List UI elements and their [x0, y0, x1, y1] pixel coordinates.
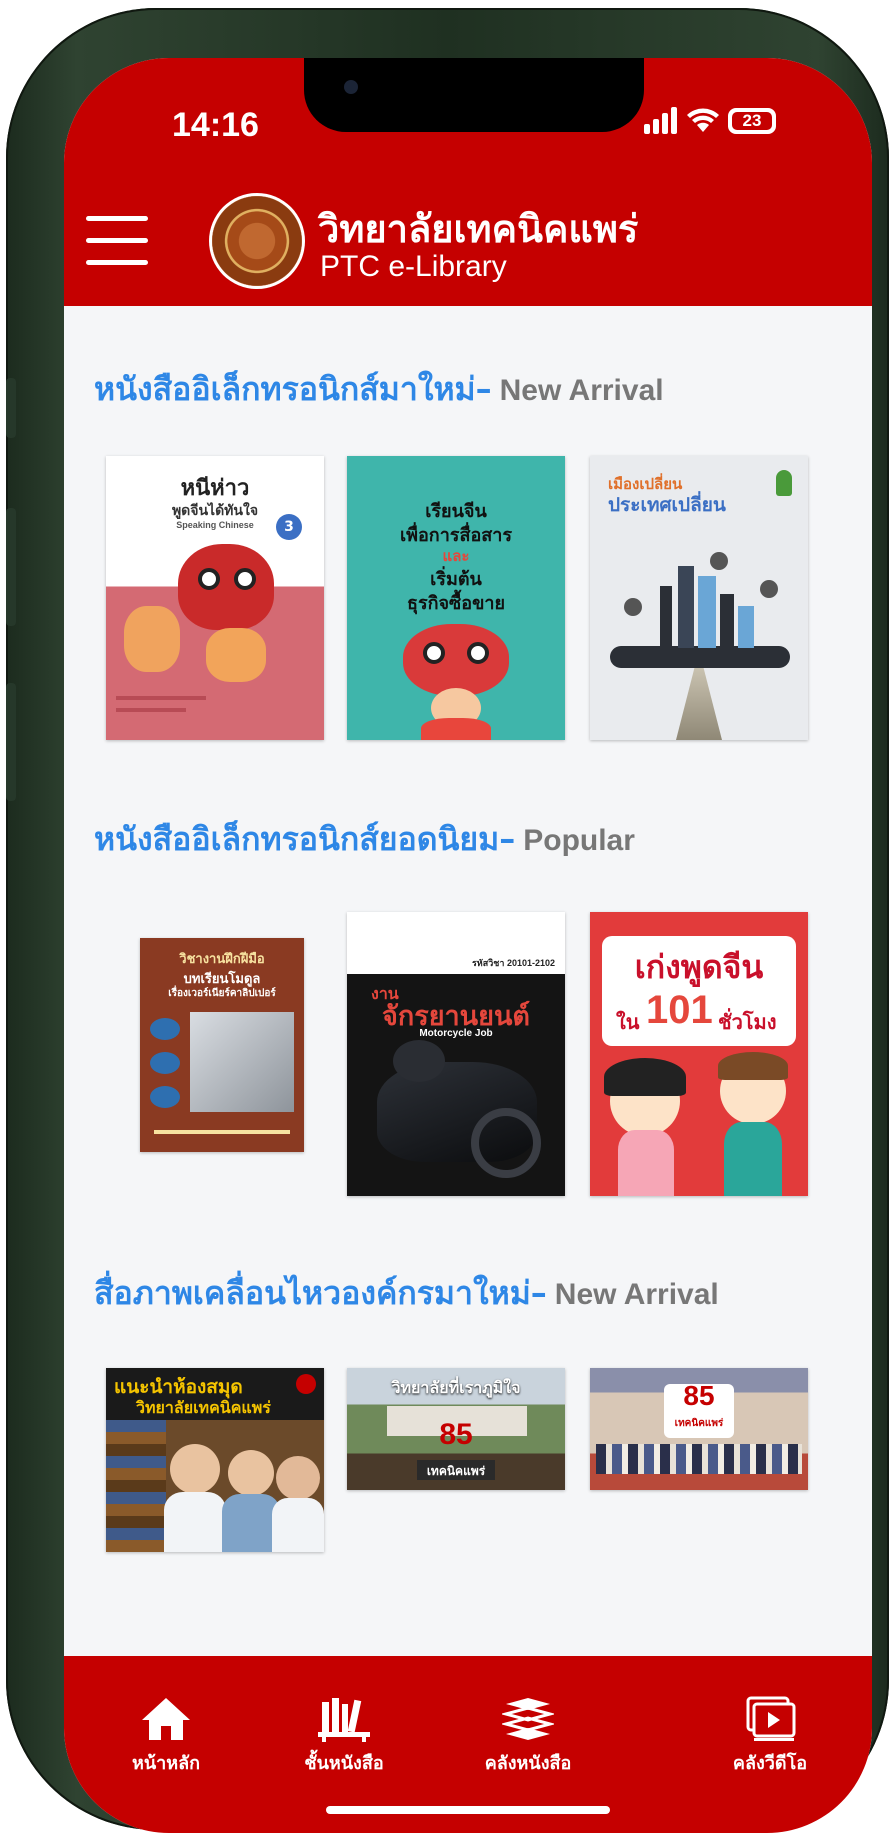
caliper-photo: [190, 1012, 294, 1112]
book-cover-changing-cities[interactable]: เมืองเปลี่ยน ประเทศเปลี่ยน: [590, 456, 808, 740]
section-title-english: Popular: [523, 824, 635, 857]
mute-switch: [6, 378, 16, 438]
volume-up-button: [6, 508, 16, 626]
section-title-english: New Arrival: [499, 374, 664, 407]
book-cover-title: วิชางานฝึกฝีมือ: [179, 952, 265, 967]
book-cover-number: 101: [646, 988, 713, 1032]
app-header: วิทยาลัยเทคนิคแพร่ PTC e-Library: [64, 176, 872, 306]
tiger-illustration: [124, 606, 180, 672]
front-camera-icon: [344, 80, 358, 94]
road-illustration: [610, 646, 790, 668]
video-library-icon: [746, 1696, 796, 1741]
publisher-logo-icon: [776, 470, 792, 496]
bookshelf-icon: [318, 1698, 370, 1742]
video-anniversary-number: 85: [439, 1418, 473, 1451]
video-thumbnail-85-anniversary[interactable]: 85 เทคนิคแพร่: [590, 1368, 808, 1490]
book-cover-subtitle-word: ใน: [616, 1010, 640, 1034]
section-title-thai: หนังสืออิเล็กทรอนิกส์ยอดนิยม: [94, 820, 500, 858]
battery-icon: 23: [728, 108, 776, 134]
wifi-icon: [687, 108, 719, 132]
book-cover-subtitle-unit: ชั่วโมง: [718, 1010, 777, 1034]
nav-label-video-library: คลังวีดีโอ: [732, 1753, 808, 1774]
app-title-english: PTC e-Library: [320, 250, 507, 283]
notch: [304, 58, 644, 132]
book-volume-badge: 3: [276, 514, 302, 540]
lion-head-illustration: [178, 544, 274, 630]
nav-label-bookshelf: ชั้นหนังสือ: [304, 1753, 384, 1774]
book-cover-chinese-101-hours[interactable]: เก่งพูดจีน ใน 101 ชั่วโมง: [590, 912, 808, 1196]
section-title-thai: สื่อภาพเคลื่อนไหวองค์กรมาใหม่: [94, 1274, 531, 1312]
home-indicator[interactable]: [326, 1806, 610, 1814]
book-cover-nihao-chinese[interactable]: หนีห่าว พูดจีนได้ทันใจ Speaking Chinese …: [106, 456, 324, 740]
video-thumbnail-proud-college[interactable]: วิทยาลัยที่เราภูมิใจ 85 เทคนิคแพร่: [347, 1368, 565, 1490]
cellular-signal-icon: [644, 106, 678, 134]
section-title-thai: หนังสืออิเล็กทรอนิกส์มาใหม่: [94, 370, 476, 408]
nav-item-book-library[interactable]: คลังหนังสือ: [448, 1696, 608, 1777]
book-cover-learn-chinese-business[interactable]: เรียนจีน เพื่อการสื่อสาร และ เริ่มต้น ธุ…: [347, 456, 565, 740]
nav-label-home: หน้าหลัก: [131, 1753, 201, 1774]
nav-item-bookshelf[interactable]: ชั้นหนังสือ: [264, 1696, 424, 1777]
section-dash: –: [499, 820, 516, 858]
battery-level: 23: [742, 111, 762, 130]
book-cover-vernier-caliper[interactable]: วิชางานฝึกฝีมือ บทเรียนโมดูล เรื่องเวอร์…: [140, 938, 304, 1152]
section-dash: –: [475, 370, 492, 408]
section-title-new-videos: สื่อภาพเคลื่อนไหวองค์กรมาใหม่– New Arriva…: [94, 1268, 719, 1319]
phone-screen: 14:16 23 วิทยาลัยเทคนิคแพร่ PTC e-Librar…: [64, 58, 872, 1833]
section-title-new-ebooks: หนังสืออิเล็กทรอนิกส์มาใหม่– New Arrival: [94, 364, 664, 415]
video-subtitle: วิทยาลัยเทคนิคแพร่: [136, 1398, 271, 1417]
video-title: วิทยาลัยที่เราภูมิใจ: [391, 1378, 521, 1397]
home-icon: [142, 1698, 190, 1740]
nav-label-book-library: คลังหนังสือ: [484, 1753, 572, 1774]
video-subtitle: เทคนิคแพร่: [426, 1464, 486, 1478]
book-stack-icon: [502, 1698, 554, 1740]
video-subtitle: เทคนิคแพร่: [674, 1418, 724, 1429]
video-anniversary-number: 85: [683, 1380, 715, 1411]
section-title-popular-ebooks: หนังสืออิเล็กทรอนิกส์ยอดนิยม– Popular: [94, 814, 635, 865]
main-content[interactable]: หนังสืออิเล็กทรอนิกส์มาใหม่– New Arrival …: [64, 306, 872, 1656]
book-cover-english-title: Motorcycle Job: [419, 1028, 493, 1039]
book-course-code: รหัสวิชา 20101-2102: [471, 958, 555, 968]
book-cover-subtitle-group: ใน 101 ชั่วโมง: [608, 988, 798, 1036]
phone-frame: 14:16 23 วิทยาลัยเทคนิคแพร่ PTC e-Librar…: [6, 8, 889, 1833]
bottom-navigation: หน้าหลัก ชั้นหนังสือ คลังหนังสือ คลังวีด…: [64, 1656, 872, 1833]
volume-down-button: [6, 683, 16, 801]
nav-item-home[interactable]: หน้าหลัก: [86, 1696, 246, 1777]
nav-item-video-library[interactable]: คลังวีดีโอ: [690, 1696, 850, 1777]
menu-button[interactable]: [86, 212, 152, 272]
video-thumbnail-library-intro[interactable]: แนะนำห้องสมุด วิทยาลัยเทคนิคแพร่: [106, 1368, 324, 1552]
book-cover-motorcycle-job[interactable]: รหัสวิชา 20101-2102 งาน จักรยานยนต์ Moto…: [347, 912, 565, 1196]
section-dash: –: [530, 1274, 547, 1312]
book-cover-title-line5: ธุรกิจซื้อขาย: [406, 593, 506, 614]
book-cover-title: เก่งพูดจีน: [634, 948, 764, 986]
book-cover-title-line3: เรื่องเวอร์เนียร์คาลิปเปอร์: [168, 988, 276, 999]
section-title-english: New Arrival: [554, 1278, 719, 1311]
lion-dance-illustration: [403, 624, 509, 696]
status-time: 14:16: [172, 106, 259, 144]
college-seal-logo: [212, 196, 302, 286]
